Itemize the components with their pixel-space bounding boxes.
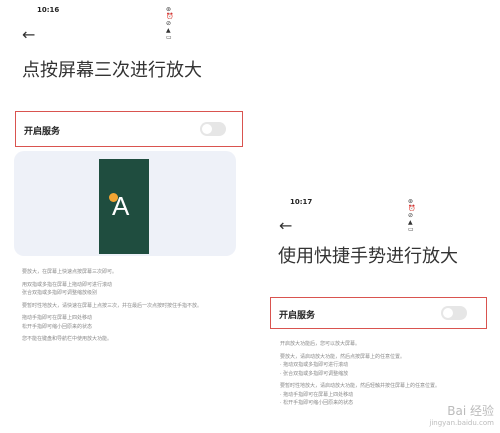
enable-service-label: 开启服务 — [279, 311, 316, 321]
status-time: 10:16 — [37, 6, 60, 14]
back-arrow-icon[interactable]: ← — [279, 218, 292, 234]
desc-line: 用双指或多指在屏幕上拖动即可进行滚动 — [22, 281, 113, 288]
enable-service-row[interactable]: 开启服务 — [15, 111, 243, 147]
toggle-knob — [443, 308, 453, 318]
status-icons: ⊛ ⏰ ⊘ ▲ ▭ — [166, 6, 175, 41]
desc-line: · 张合双指或多指即可调整缩放 — [280, 370, 349, 377]
desc-line: 张合双指或多指即可调整缩放级别 — [22, 290, 98, 296]
description: 开启放大功能后，您可以放大屏幕。 要放大，请启动放大功能，然后点按屏幕上的任意位… — [280, 340, 480, 412]
desc-line: 要放大，请启动放大功能，然后点按屏幕上的任意位置。 — [280, 353, 406, 360]
description: 要放大，在屏幕上快速点按屏幕三次即可。 用双指或多指在屏幕上拖动即可进行滚动 张… — [22, 268, 242, 348]
enable-service-label: 开启服务 — [24, 127, 61, 137]
page-title: 使用快捷手势进行放大 — [278, 246, 458, 267]
desc-line: 要放大，在屏幕上快速点按屏幕三次即可。 — [22, 269, 118, 275]
desc-line: · 拖动双指或多指即可进行滚动 — [280, 362, 349, 368]
desc-line: 拖动手指即可在屏幕上四处移动 — [22, 315, 93, 321]
desc-line: 要暂时性地放大，请启动放大功能，然后轻触并按住屏幕上的任意位置。 — [280, 383, 441, 389]
desc-line: 要暂时性地放大，请快速在屏幕上点按三次，并在最后一次点按时按住手指不放。 — [22, 302, 203, 309]
desc-line: · 拖动手指即可在屏幕上四处移动 — [280, 391, 354, 398]
desc-line: 松开手指即可缩小回原来的状态 — [22, 323, 93, 330]
preview-card: A — [14, 151, 236, 256]
desc-line: 开启放大功能后，您可以放大屏幕。 — [280, 341, 361, 347]
watermark: Bai 经验 jingyan.baidu.com — [429, 402, 494, 427]
enable-service-row[interactable]: 开启服务 — [270, 297, 487, 329]
status-icons: ⊛ ⏰ ⊘ ▲ ▭ — [408, 198, 417, 233]
status-time: 10:17 — [290, 198, 313, 206]
toggle-knob — [202, 124, 212, 134]
desc-line: 您不能在键盘和导航栏中使用放大功能。 — [22, 336, 113, 342]
enable-service-toggle[interactable] — [200, 122, 226, 136]
magnified-letter: A — [112, 191, 130, 221]
watermark-url: jingyan.baidu.com — [429, 419, 494, 427]
page-title: 点按屏幕三次进行放大 — [22, 60, 202, 81]
back-arrow-icon[interactable]: ← — [22, 27, 35, 43]
enable-service-toggle[interactable] — [441, 306, 467, 320]
watermark-brand: Bai 经验 — [447, 404, 494, 418]
preview-phone: A — [99, 159, 149, 254]
